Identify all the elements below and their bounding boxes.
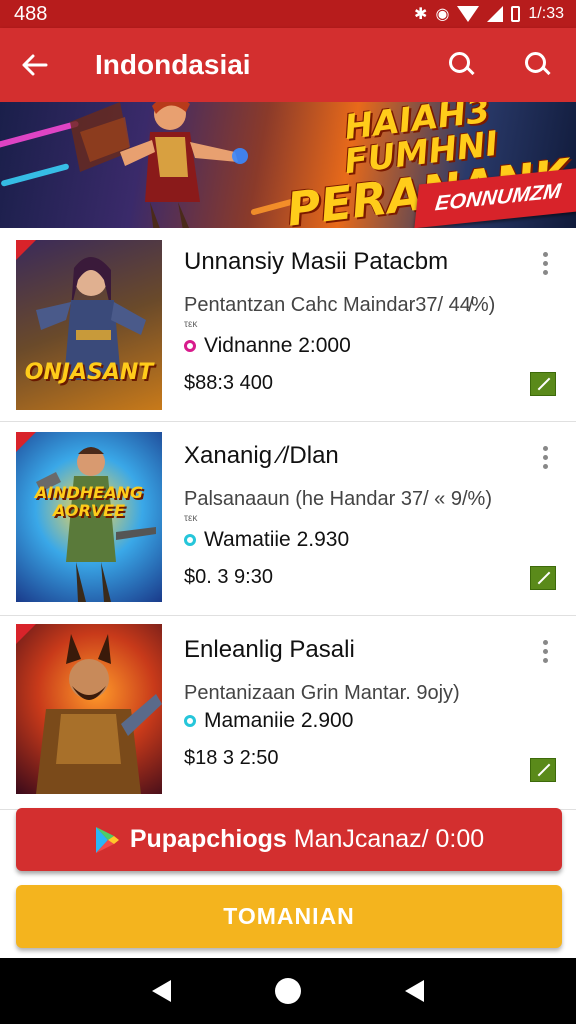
more-options-icon[interactable] (538, 446, 552, 469)
battery-icon (511, 6, 521, 22)
game-price: $88:3 400 (184, 372, 273, 394)
play-store-icon (95, 826, 119, 853)
players-row: Mamaniie 2.900 (184, 709, 516, 733)
page-title: Indondasiai (95, 49, 251, 80)
game-title: Unnansiy Masii Patacbm (184, 248, 449, 275)
list-item[interactable]: Enleanlig Pasali Pentanizaan Grin Mantar… (0, 616, 576, 810)
game-info: Xananig ⁄/Dlan Palsanaaun (he Handar 37/… (184, 442, 516, 589)
nav-recents-icon[interactable] (405, 980, 424, 1002)
checkbox[interactable] (530, 566, 556, 590)
game-art-title: ONJASANT (24, 360, 154, 385)
signal-icon (487, 6, 504, 22)
play-store-button-label: Pupapchiogs ManJcanaz/ 0:00 (130, 825, 484, 854)
back-button[interactable] (0, 54, 70, 76)
more-options-icon[interactable] (538, 252, 552, 275)
game-price: $18 3 2:50 (184, 747, 279, 769)
nav-back-icon[interactable] (152, 980, 171, 1002)
play-store-button-rest: ManJcanaz/ 0:00 (293, 825, 485, 853)
status-left-text: 488 (14, 2, 48, 25)
app-bar: Indondasiai (0, 28, 576, 102)
status-dot-icon (184, 340, 196, 352)
list-item[interactable]: ONJASANT Unnansiy Masii Patacbm Pentantz… (0, 228, 576, 422)
status-icons: ✱ ◉ 1/:33 (414, 4, 564, 24)
list-item[interactable]: AINDHEANG AORVEE Xananig ⁄/Dlan Palsanaa… (0, 422, 576, 616)
search-icon (449, 52, 475, 78)
character-art (36, 634, 162, 794)
game-info: Enleanlig Pasali Pentanizaan Grin Mantar… (184, 636, 516, 770)
game-thumbnail[interactable]: AINDHEANG AORVEE (16, 432, 162, 602)
game-tag: τεκ (184, 513, 198, 524)
game-description: Pentantzan Cahc Maindar37/ 44̸%) (184, 294, 496, 316)
game-art-title: AINDHEANG AORVEE (34, 483, 144, 520)
bluetooth-icon: ✱ (414, 6, 428, 23)
status-bar: 488 ✱ ◉ 1/:33 (0, 0, 576, 28)
search-button[interactable] (424, 52, 500, 78)
promo-banner[interactable]: HAIAH3 FUMHNI PERANANK EONNUMZM (0, 102, 576, 228)
status-time: 1/:33 (528, 5, 564, 22)
game-list: ONJASANT Unnansiy Masii Patacbm Pentantz… (0, 228, 576, 810)
checkbox[interactable] (530, 758, 556, 782)
more-options-icon[interactable] (538, 640, 552, 663)
game-title: Xananig ⁄/Dlan (184, 442, 339, 469)
game-thumbnail[interactable] (16, 624, 162, 794)
arrow-left-icon (22, 54, 48, 76)
game-title: Enleanlig Pasali (184, 636, 355, 663)
search-icon (525, 52, 551, 78)
players-count: Vidnanne 2:000 (204, 334, 351, 357)
game-info: Unnansiy Masii Patacbm Pentantzan Cahc M… (184, 248, 516, 395)
search-button-secondary[interactable] (500, 52, 576, 78)
players-row: Wamatiie 2.930 (184, 528, 516, 552)
players-row: Vidnanne 2:000 (184, 334, 516, 358)
status-dot-icon (184, 534, 196, 546)
game-thumbnail[interactable]: ONJASANT (16, 240, 162, 410)
players-count: Mamaniie 2.900 (204, 709, 354, 732)
game-tag: τεκ (184, 319, 198, 330)
hero-illustration (70, 102, 248, 228)
game-description: Palsanaaun (he Handar 37/ « 9/%) (184, 488, 492, 510)
game-price: $0. 3 9:30 (184, 566, 273, 588)
game-description: Pentanizaan Grin Mantar. 9ojy) (184, 682, 460, 704)
tournament-button[interactable]: TOMANIAN (16, 885, 562, 948)
system-nav-bar (0, 958, 576, 1024)
play-store-button[interactable]: Pupapchiogs ManJcanaz/ 0:00 (16, 808, 562, 871)
checkbox[interactable] (530, 372, 556, 396)
nav-home-icon[interactable] (275, 978, 301, 1004)
players-count: Wamatiie 2.930 (204, 528, 350, 551)
status-dot-icon (184, 715, 196, 727)
alarm-icon: ◉ (435, 6, 450, 23)
play-store-button-bold: Pupapchiogs (129, 825, 287, 853)
wifi-icon (457, 6, 480, 22)
